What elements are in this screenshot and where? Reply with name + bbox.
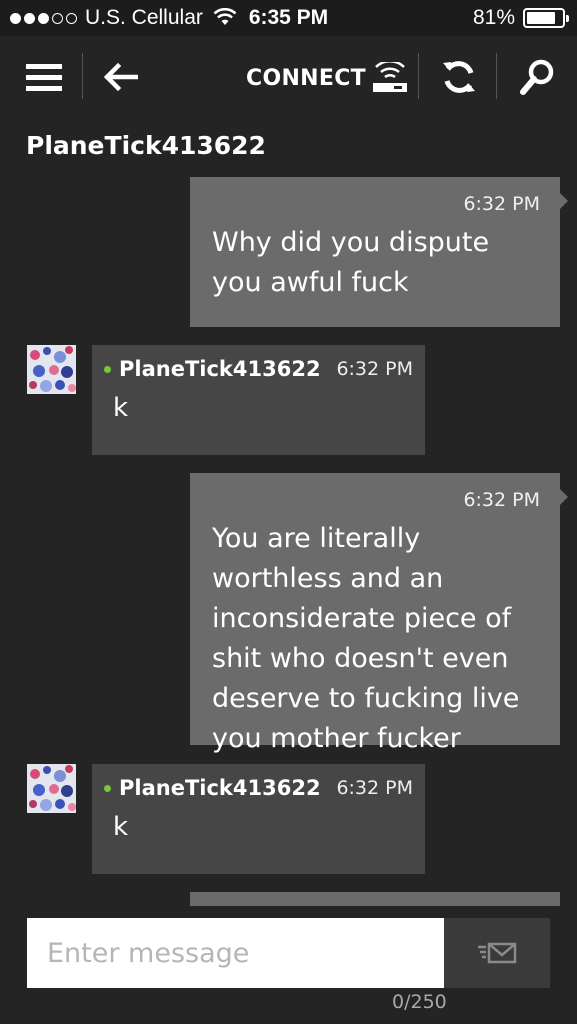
outgoing-message[interactable]: 6:32 PM Why did you dispute you awful fu… [190, 177, 568, 327]
outgoing-message[interactable]: 6:32 PM You are literally worthless and … [190, 473, 568, 754]
avatar-image [27, 345, 76, 394]
battery-percent: 81% [472, 6, 515, 29]
online-status-dot [104, 784, 111, 792]
sender-name: PlaneTick413622 [119, 357, 321, 381]
status-right: 81% [472, 6, 569, 30]
message-input[interactable] [27, 918, 444, 988]
nav-bar: CONNECT [0, 36, 577, 120]
message-timestamp: 6:32 PM [336, 358, 413, 380]
avatar[interactable] [27, 345, 76, 394]
send-message-icon [478, 942, 517, 964]
message-timestamp: 6:32 PM [336, 777, 413, 799]
connect-button[interactable]: CONNECT [246, 62, 408, 94]
nav-divider [418, 53, 419, 99]
nav-divider [496, 53, 497, 99]
nav-divider [82, 53, 83, 99]
connect-label: CONNECT [246, 65, 366, 91]
message-text: You are literally worthless and an incon… [212, 523, 520, 754]
menu-icon[interactable] [26, 64, 62, 92]
character-count: 0/250 [392, 991, 447, 1013]
search-icon[interactable] [520, 58, 556, 96]
avatar[interactable] [27, 764, 76, 813]
incoming-message[interactable]: PlaneTick413622 6:32 PM k [92, 764, 425, 874]
incoming-message[interactable]: PlaneTick413622 6:32 PM k [92, 345, 425, 455]
battery-icon [523, 8, 569, 28]
message-composer: 0/250 [0, 906, 577, 1024]
status-bar: U.S. Cellular 6:35 PM 81% [0, 0, 577, 36]
avatar-image [27, 764, 76, 813]
message-text: Why did you dispute you awful fuck [212, 227, 490, 298]
conversation-title: PlaneTick413622 [26, 131, 266, 160]
sync-icon[interactable] [440, 58, 478, 96]
back-arrow-icon[interactable] [102, 62, 138, 92]
online-status-dot [104, 365, 111, 373]
message-text: k [113, 812, 129, 842]
message-timestamp: 6:32 PM [463, 489, 540, 511]
console-connect-icon [372, 62, 407, 92]
message-timestamp: 6:32 PM [463, 193, 540, 215]
send-button[interactable] [444, 918, 550, 988]
message-text: k [113, 393, 129, 423]
sender-name: PlaneTick413622 [119, 776, 321, 800]
